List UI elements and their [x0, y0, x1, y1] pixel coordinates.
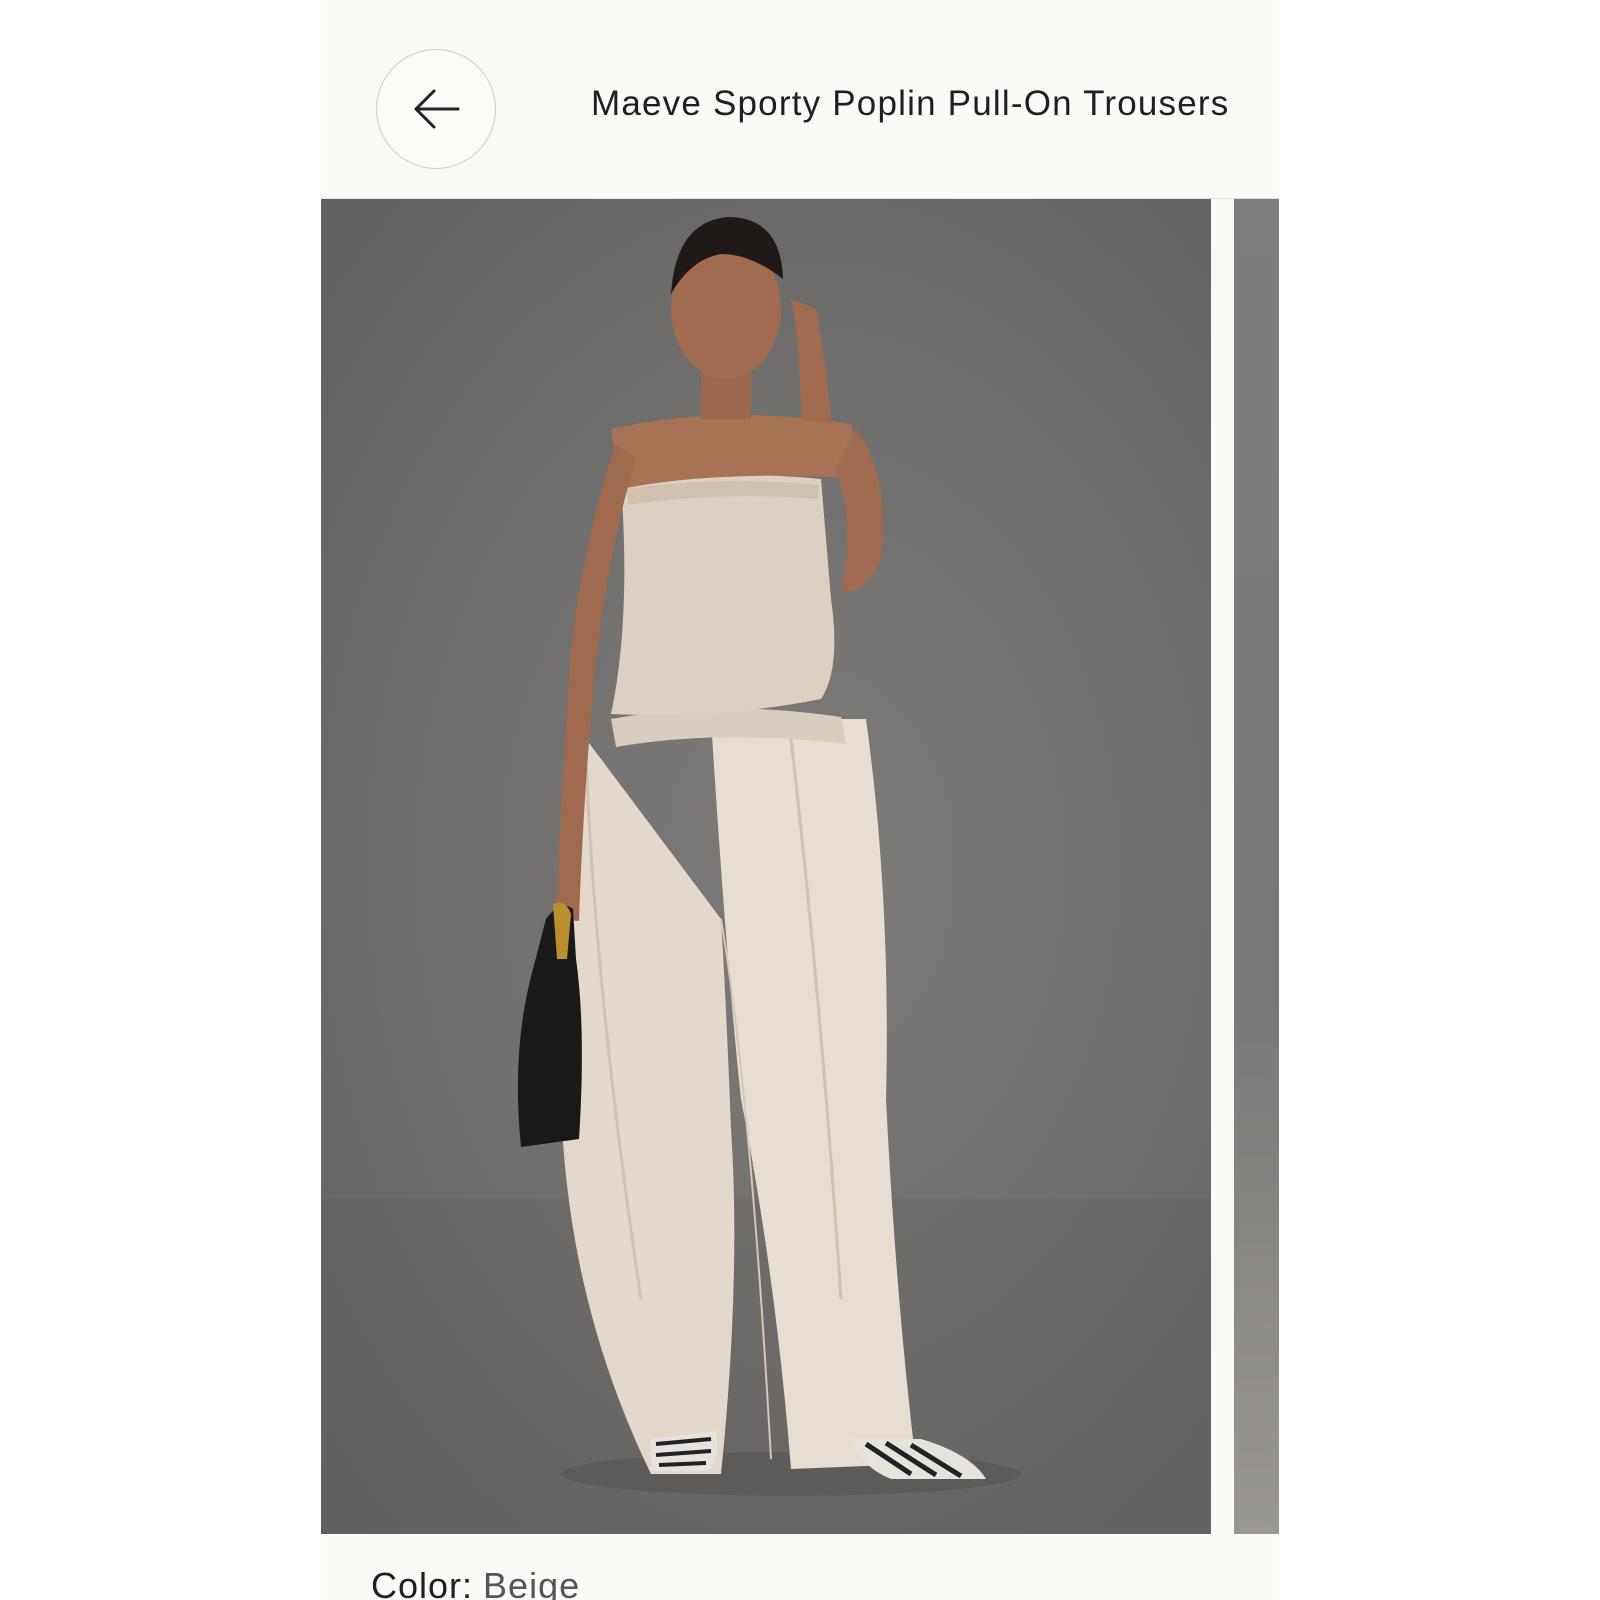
product-image-carousel[interactable]	[321, 199, 1279, 1534]
product-page: Maeve Sporty Poplin Pull-On Trousers Col…	[321, 0, 1279, 1600]
product-photo[interactable]	[321, 199, 1211, 1534]
page-title: Maeve Sporty Poplin Pull-On Trousers	[591, 84, 1230, 123]
back-button[interactable]	[376, 49, 496, 169]
next-photo-peek[interactable]	[1234, 199, 1279, 1534]
top-header: Maeve Sporty Poplin Pull-On Trousers	[321, 0, 1279, 199]
selected-color-value: Beige	[483, 1565, 581, 1600]
model-illustration	[321, 217, 1211, 1534]
arrow-left-icon	[414, 89, 460, 129]
color-selector-label: Color: Beige	[371, 1565, 580, 1600]
color-label: Color:	[371, 1565, 474, 1600]
